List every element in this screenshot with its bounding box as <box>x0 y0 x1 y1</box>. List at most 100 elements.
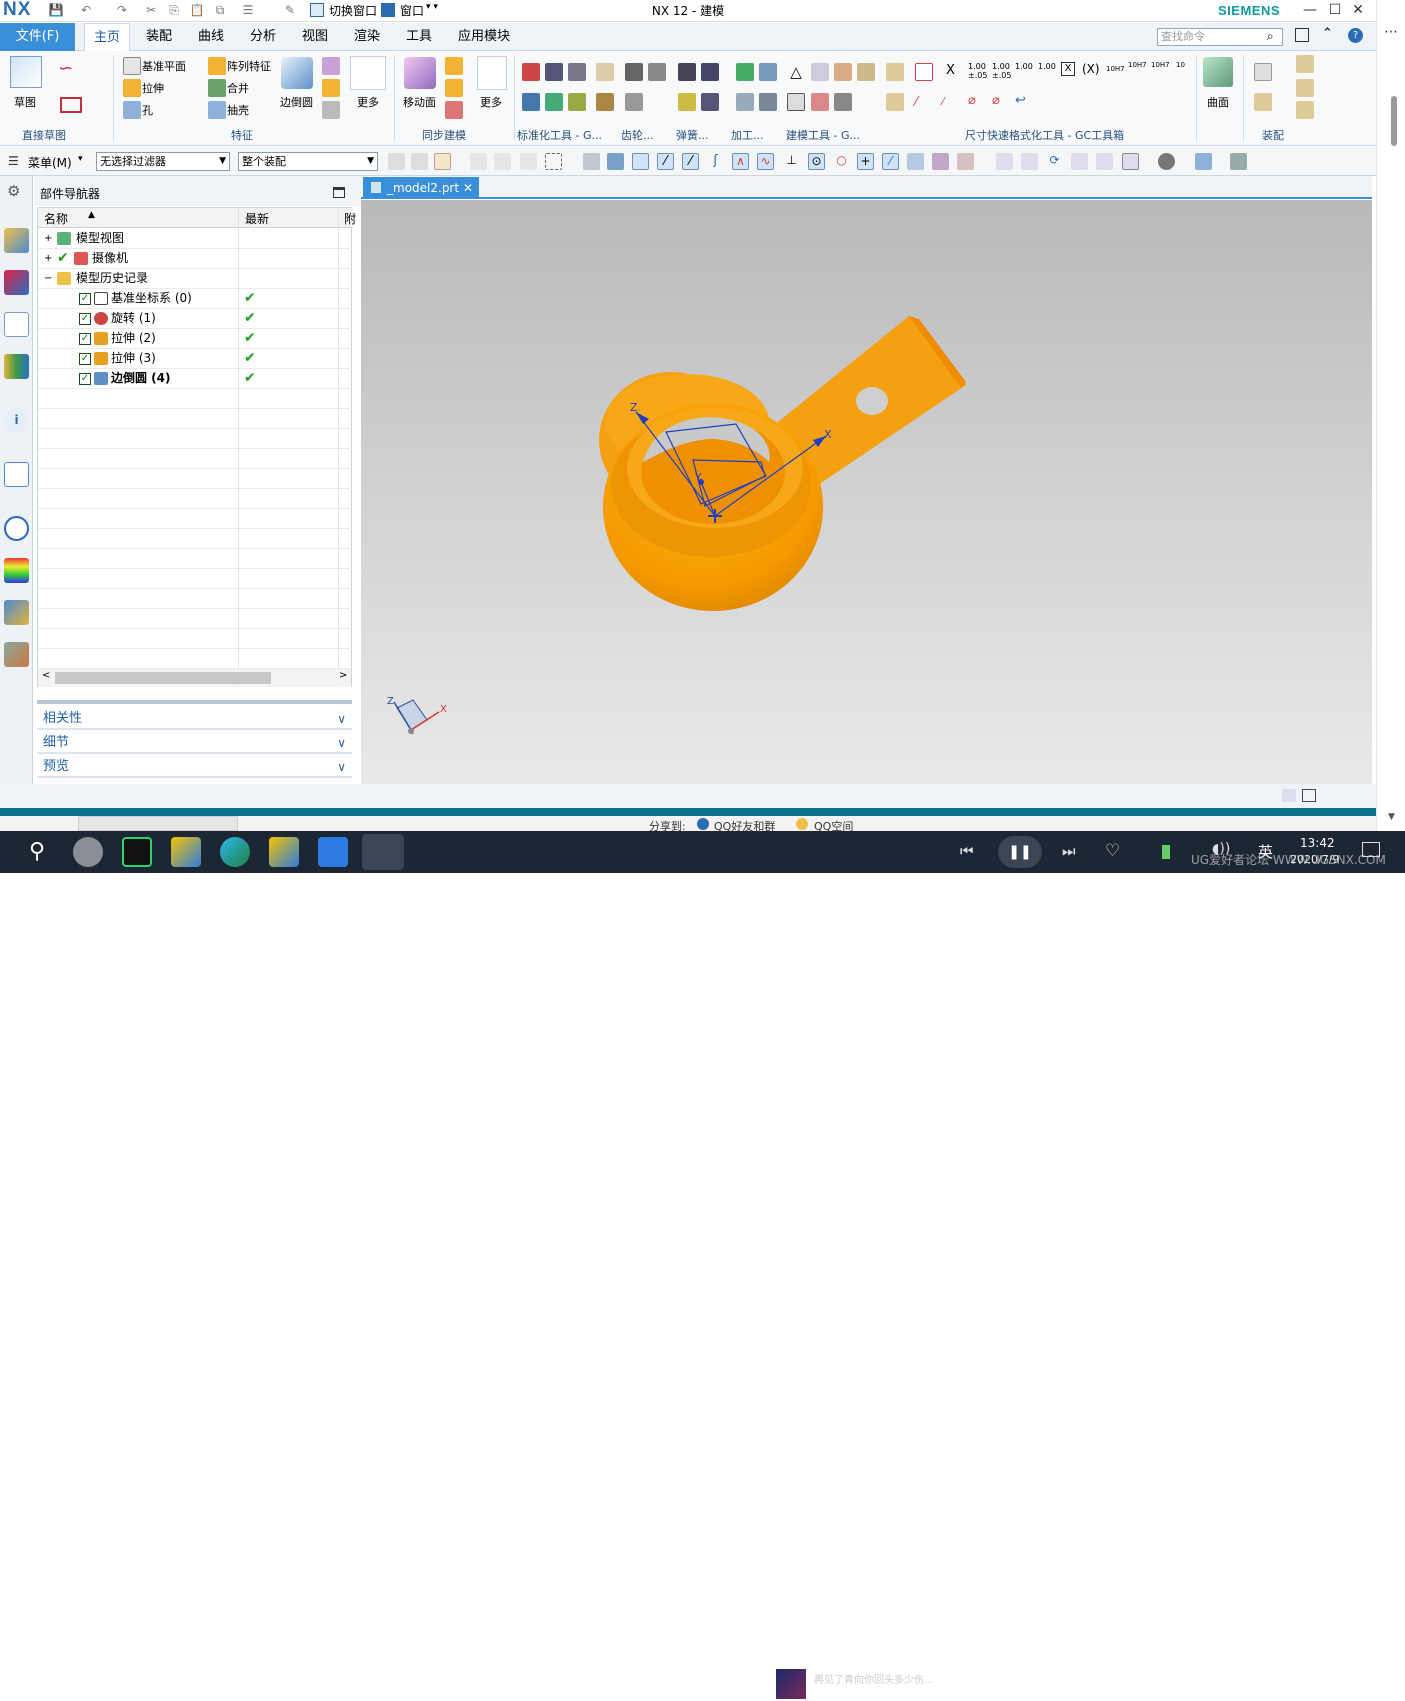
horizontal-scrollbar[interactable]: < > <box>38 669 351 687</box>
full-screen-icon[interactable] <box>1302 789 1316 802</box>
scroll-down-icon[interactable]: ▼ <box>1388 812 1395 822</box>
surface-label[interactable]: 曲面 <box>1207 94 1229 110</box>
std-tool-icon-3[interactable] <box>568 63 586 81</box>
machining-tool-icon-2[interactable] <box>759 63 777 81</box>
reuse-library-icon[interactable] <box>4 354 29 379</box>
tree-row-feature[interactable]: ✓ 拉伸 (3) ✔ <box>38 349 353 369</box>
tab-model2-prt[interactable]: _model2.prt ✕ <box>363 177 479 199</box>
hole-button[interactable]: 孔 <box>142 102 153 118</box>
show-hide-icon[interactable] <box>1230 153 1247 170</box>
select-icon-1[interactable] <box>388 153 405 170</box>
dim-format-6[interactable]: 10H7 <box>1128 61 1147 69</box>
dim-tool-icon-2[interactable]: ⁄ <box>915 95 917 110</box>
visibility-checkbox[interactable]: ✓ <box>79 353 91 365</box>
file-menu[interactable]: 文件(F) <box>0 23 75 51</box>
assembly-tool-icon-2[interactable] <box>886 93 904 111</box>
expand-icon[interactable]: + <box>44 229 52 248</box>
select-icon-3[interactable] <box>434 153 451 170</box>
sketch-icon[interactable] <box>10 56 42 88</box>
view-icon-1[interactable] <box>583 153 600 170</box>
pattern-button[interactable]: 阵列特征 <box>227 58 271 74</box>
more-sync-button[interactable]: 更多 <box>480 94 502 110</box>
sync-icon-c[interactable] <box>445 101 463 119</box>
view-tool-icon-2[interactable] <box>1021 153 1038 170</box>
view-tool-icon-6[interactable] <box>1122 153 1139 170</box>
rectangle-icon[interactable] <box>60 97 82 113</box>
search-icon[interactable]: ⚲ <box>22 837 52 867</box>
dim-format-5[interactable]: 10H7 <box>1106 65 1125 73</box>
qq-space-link[interactable]: QQ空间 <box>814 818 853 831</box>
status-icon-1[interactable] <box>1282 789 1296 802</box>
std-tool-icon-1[interactable] <box>522 63 540 81</box>
dim-format-2[interactable]: 1.00 ±.05 <box>992 62 1011 80</box>
std-tool-icon-8[interactable] <box>596 93 614 111</box>
more-sync-icon[interactable] <box>477 56 507 90</box>
clock-time[interactable]: 13:42 <box>1300 836 1335 850</box>
history-icon[interactable] <box>4 516 29 541</box>
group-gear[interactable]: 齿轮... <box>621 127 654 143</box>
main-menu-button[interactable]: 菜单(M) <box>28 154 72 171</box>
info-icon[interactable]: i <box>4 408 29 433</box>
menu-icon[interactable]: ☰ <box>8 154 19 168</box>
feature-icon-b[interactable] <box>322 79 340 97</box>
modeling-tool-icon-6[interactable] <box>811 93 829 111</box>
rectangle-select-icon[interactable] <box>545 153 562 170</box>
unite-button[interactable]: 合并 <box>227 80 249 96</box>
move-face-label[interactable]: 移动面 <box>403 94 436 110</box>
part-navigator-icon[interactable] <box>4 312 29 337</box>
app-icon-5[interactable] <box>269 837 299 867</box>
modeling-tool-icon-3[interactable] <box>834 63 852 81</box>
selection-filter-select[interactable]: 无选择过滤器 ▼ <box>96 152 230 171</box>
spring-tool-icon-2[interactable] <box>701 63 719 81</box>
extrude-icon[interactable] <box>123 79 141 97</box>
extrude-button[interactable]: 拉伸 <box>142 80 164 96</box>
tab-assembly[interactable]: 装配 <box>137 23 181 51</box>
tab-applications[interactable]: 应用模块 <box>449 23 519 51</box>
visibility-checkbox[interactable]: ✓ <box>79 293 91 305</box>
snap-intersection-icon[interactable]: ∧ <box>732 153 749 170</box>
view-icon-2[interactable] <box>607 153 624 170</box>
visibility-checkbox[interactable]: ✓ <box>79 313 91 325</box>
spring-tool-icon-3[interactable] <box>678 93 696 111</box>
assembly-navigator-icon[interactable] <box>4 228 29 253</box>
machining-tool-icon-4[interactable] <box>759 93 777 111</box>
help-icon[interactable]: ? <box>1348 28 1363 43</box>
snap-point-icon[interactable]: + <box>857 153 874 170</box>
std-tool-icon-5[interactable] <box>522 93 540 111</box>
tree-row-cameras[interactable]: + ✔ 摄像机 <box>38 249 353 269</box>
window-layout-icon[interactable] <box>1295 28 1309 42</box>
datum-plane-button[interactable]: 基准平面 <box>142 58 186 74</box>
machining-tool-icon-1[interactable] <box>736 63 754 81</box>
view-tool-icon-5[interactable] <box>1096 153 1113 170</box>
select-icon-6[interactable] <box>520 153 537 170</box>
selection-scope-select[interactable]: 整个装配 ▼ <box>238 152 378 171</box>
tree-row-model-history[interactable]: − 模型历史记录 <box>38 269 353 289</box>
menu-dropdown-icon[interactable]: ▾ <box>78 154 83 164</box>
assembly-icon-3[interactable] <box>1296 55 1314 73</box>
assembly-icon-2[interactable] <box>1254 93 1272 111</box>
rotate-icon[interactable]: ⟳ <box>1046 153 1063 170</box>
browser-scrollbar[interactable]: ⋯ ▼ <box>1376 0 1405 831</box>
edge-browser-icon[interactable] <box>220 837 250 867</box>
group-standard-tools[interactable]: 标准化工具 - G... <box>517 127 602 143</box>
snap-center-icon[interactable]: ⊙ <box>808 153 825 170</box>
gear-icon[interactable]: ⚙ <box>7 182 20 200</box>
group-machining[interactable]: 加工... <box>731 127 764 143</box>
notification-icon[interactable] <box>1362 842 1380 857</box>
collapse-ribbon-icon[interactable]: ⌃ <box>1322 26 1333 41</box>
column-latest[interactable]: 最新 <box>245 210 269 227</box>
select-icon-2[interactable] <box>411 153 428 170</box>
sync-icon-b[interactable] <box>445 79 463 97</box>
visualization-icon[interactable] <box>4 558 29 583</box>
feature-icon-c[interactable] <box>322 101 340 119</box>
expand-icon[interactable]: + <box>44 249 52 268</box>
snap-quadrant-icon[interactable]: ○ <box>833 153 850 170</box>
std-tool-icon-7[interactable] <box>568 93 586 111</box>
process-studio-icon[interactable] <box>4 600 29 625</box>
snap-arc-icon[interactable]: ⊥ <box>783 153 800 170</box>
web-browser-icon[interactable] <box>4 462 29 487</box>
gear-tool-icon-1[interactable] <box>625 63 643 81</box>
column-name[interactable]: 名称 <box>44 210 68 227</box>
gear-tool-icon-2[interactable] <box>648 63 666 81</box>
edge-blend-label[interactable]: 边倒圆 <box>280 94 313 110</box>
